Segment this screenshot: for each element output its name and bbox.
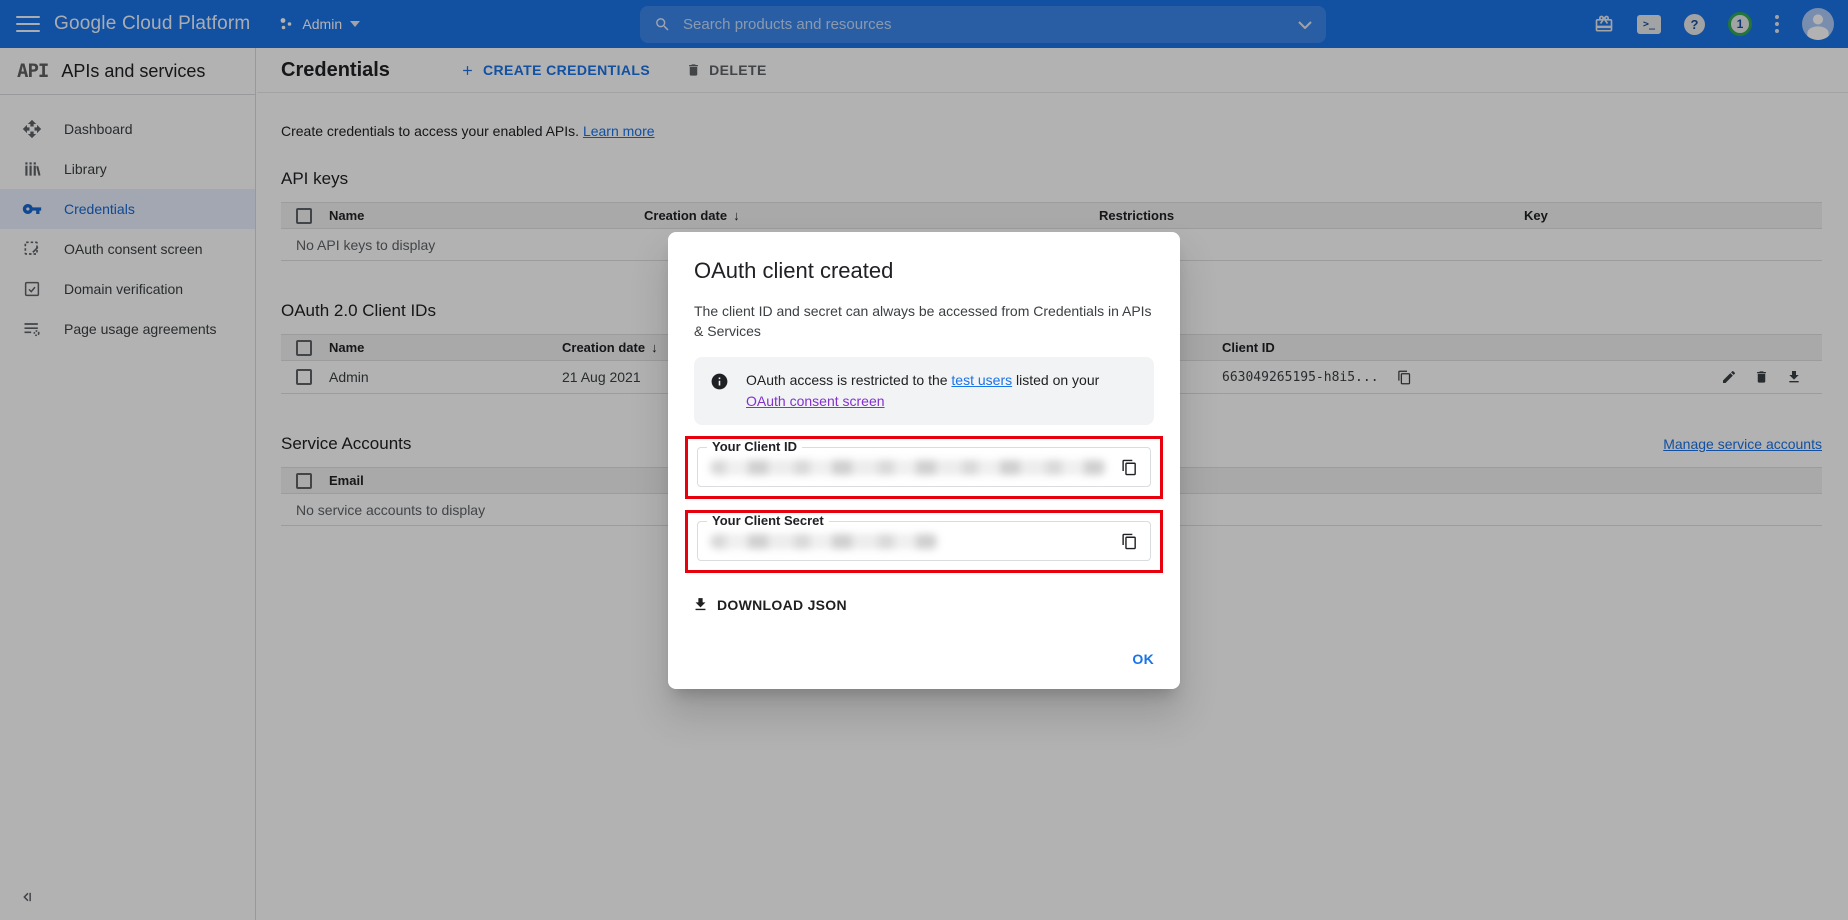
info-icon (710, 372, 729, 391)
client-secret-field[interactable]: Your Client Secret (697, 521, 1151, 561)
client-secret-redacted-value (710, 534, 938, 549)
oauth-client-created-dialog: OAuth client created The client ID and s… (668, 232, 1180, 689)
infobox-text: OAuth access is restricted to the test u… (746, 370, 1138, 412)
copy-client-secret-icon[interactable] (1121, 532, 1138, 551)
ok-button[interactable]: OK (1132, 651, 1154, 667)
download-json-button[interactable]: DOWNLOAD JSON (692, 596, 847, 613)
client-secret-highlight-box: Your Client Secret (685, 510, 1163, 573)
client-id-label: Your Client ID (707, 439, 802, 454)
download-icon (692, 596, 709, 613)
client-secret-label: Your Client Secret (707, 513, 829, 528)
copy-client-id-icon[interactable] (1121, 458, 1138, 477)
client-id-field[interactable]: Your Client ID (697, 447, 1151, 487)
dialog-title: OAuth client created (668, 232, 1180, 284)
client-id-highlight-box: Your Client ID (685, 436, 1163, 499)
client-id-redacted-value (710, 460, 1106, 475)
dialog-description: The client ID and secret can always be a… (694, 301, 1154, 341)
oauth-consent-screen-link[interactable]: OAuth consent screen (746, 393, 885, 409)
test-users-link[interactable]: test users (951, 372, 1012, 388)
restricted-access-infobox: OAuth access is restricted to the test u… (694, 357, 1154, 425)
